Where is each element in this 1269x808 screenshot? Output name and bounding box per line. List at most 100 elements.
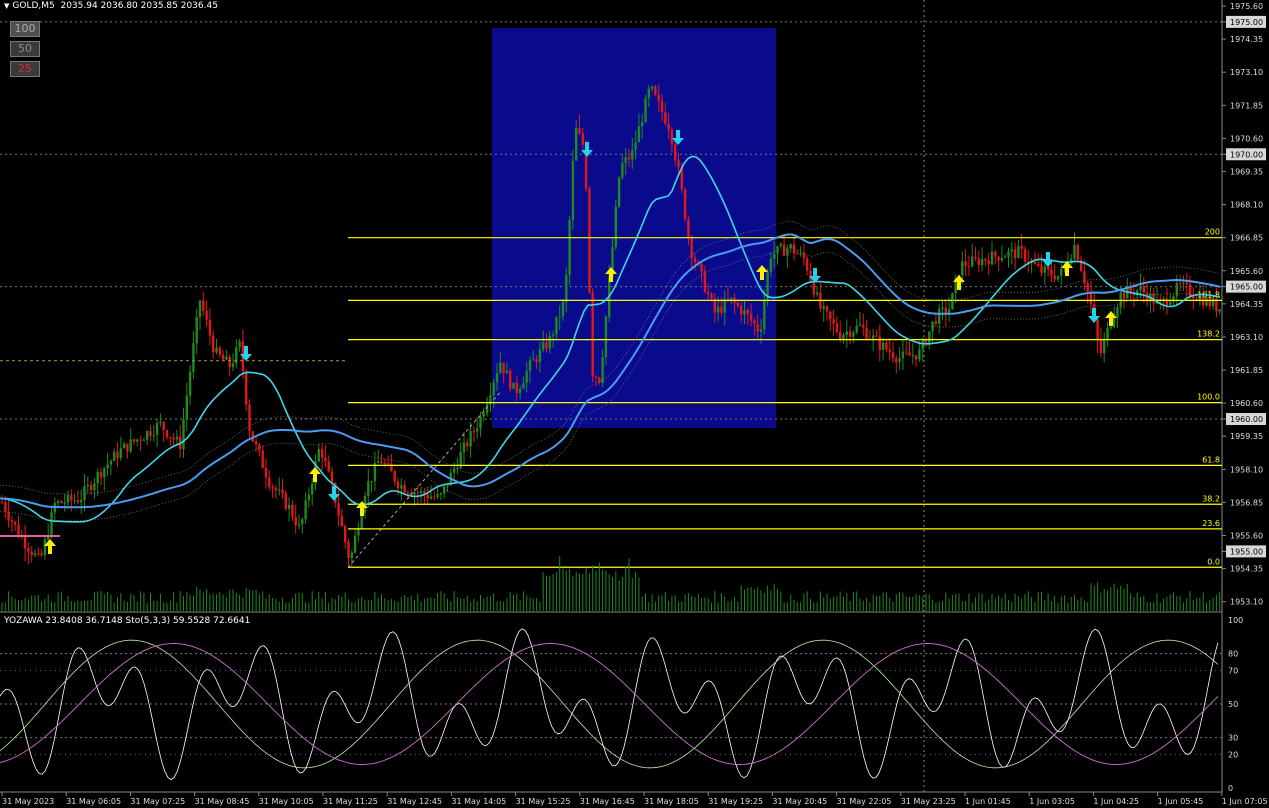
candle-body: [951, 293, 954, 310]
candle-body: [1040, 265, 1043, 273]
candle-body: [918, 349, 921, 360]
candle-body: [634, 142, 637, 150]
candle-body: [60, 501, 63, 504]
candle-body: [1010, 249, 1013, 252]
lot-button-100[interactable]: 100: [10, 21, 40, 37]
candle-body: [109, 460, 113, 465]
candle-body: [96, 471, 99, 484]
price-axis-label: 1963.10: [1230, 333, 1263, 342]
candle-body: [472, 431, 476, 433]
candle-body: [1142, 286, 1145, 293]
candle-body: [238, 341, 241, 348]
time-axis-label: 1 Jun 05:45: [1158, 797, 1204, 806]
candle-body: [779, 244, 782, 247]
candle-body: [383, 463, 386, 465]
candle-body: [753, 320, 756, 324]
candle-body: [551, 334, 555, 336]
fib-level-label: 0.0: [1207, 557, 1220, 566]
lot-button-50[interactable]: 50: [10, 41, 40, 57]
candle-body: [1037, 263, 1040, 266]
candle-body: [1060, 268, 1063, 276]
candle-body: [1076, 245, 1079, 260]
candle-body: [1172, 296, 1175, 302]
candle-body: [1073, 245, 1076, 259]
candle-body: [33, 553, 37, 556]
candle-body: [703, 271, 707, 293]
candle-body: [581, 133, 584, 145]
candle-body: [225, 356, 228, 360]
candle-body: [66, 494, 70, 503]
candle-body: [73, 500, 76, 502]
ohlc-readout: 2035.94 2036.80 2035.85 2036.45: [60, 1, 218, 11]
candle-body: [759, 329, 763, 332]
osc-axis-label: 50: [1228, 700, 1238, 709]
candle-body: [862, 324, 865, 328]
candle-body: [406, 492, 410, 494]
candle-body: [165, 430, 169, 438]
candle-body: [522, 383, 525, 389]
candle-body: [268, 477, 271, 488]
fib-level-label: 23.6: [1202, 519, 1220, 528]
candle-body: [476, 428, 479, 432]
candle-body: [116, 451, 119, 459]
candle-body: [921, 340, 924, 350]
candle-body: [548, 335, 551, 349]
candle-body: [667, 123, 670, 130]
candle-body: [815, 292, 819, 295]
price-axis-label: 1965.00: [1230, 283, 1263, 292]
time-axis-label: 1 Jun 04:25: [1093, 797, 1139, 806]
price-axis-label: 1961.85: [1230, 366, 1263, 375]
candle-body: [40, 553, 43, 556]
candle-body: [7, 511, 10, 520]
candle-body: [934, 321, 938, 324]
candle-body: [905, 351, 908, 353]
candle-body: [419, 491, 423, 493]
candle-body: [1000, 258, 1004, 261]
price-axis-label: 1970.00: [1230, 150, 1263, 159]
candle-body: [119, 448, 122, 459]
candle-body: [56, 501, 60, 504]
candle-body: [228, 356, 231, 368]
candle-body: [14, 521, 17, 525]
time-axis-label: 31 May 16:45: [580, 797, 635, 806]
candle-body: [27, 548, 30, 552]
candle-body: [146, 431, 149, 440]
candle-body: [482, 413, 485, 417]
candle-body: [212, 335, 215, 353]
candle-body: [825, 306, 829, 312]
time-axis-label: 31 May 12:45: [387, 797, 442, 806]
candle-body: [63, 502, 66, 504]
candle-body: [86, 484, 89, 487]
candle-body: [317, 449, 320, 462]
buy-arrow-icon: [356, 501, 368, 516]
candle-body: [707, 292, 710, 295]
candle-body: [644, 98, 647, 123]
candle-body: [132, 439, 136, 442]
chart-header: ▼ GOLD,M5 2035.94 2036.80 2035.85 2036.45: [4, 1, 218, 11]
candle-body: [185, 395, 188, 420]
candle-body: [17, 524, 20, 537]
candle-body: [1169, 301, 1172, 306]
candle-body: [304, 500, 307, 520]
candle-body: [987, 260, 990, 265]
candle-body: [400, 485, 403, 489]
candle-body: [594, 376, 598, 378]
candle-body: [740, 305, 743, 315]
candle-body: [1053, 275, 1056, 280]
collapse-triangle-icon[interactable]: ▼: [4, 2, 9, 10]
candle-body: [129, 439, 132, 452]
candle-body: [172, 437, 175, 440]
candle-body: [301, 519, 304, 525]
candle-body: [509, 370, 512, 389]
candle-body: [443, 486, 446, 494]
lot-button-25[interactable]: 25: [10, 61, 40, 77]
fib-level-label: 200: [1205, 228, 1220, 237]
candle-body: [142, 439, 146, 441]
price-axis-label: 1953.10: [1230, 598, 1263, 607]
price-chart[interactable]: 200161.8138.2100.061.838.223.60.01975.60…: [0, 0, 1269, 808]
price-axis-label: 1964.35: [1230, 300, 1263, 309]
candle-body: [1103, 339, 1106, 354]
candle-body: [1175, 283, 1178, 297]
candle-body: [76, 500, 80, 503]
candle-body: [994, 251, 997, 257]
